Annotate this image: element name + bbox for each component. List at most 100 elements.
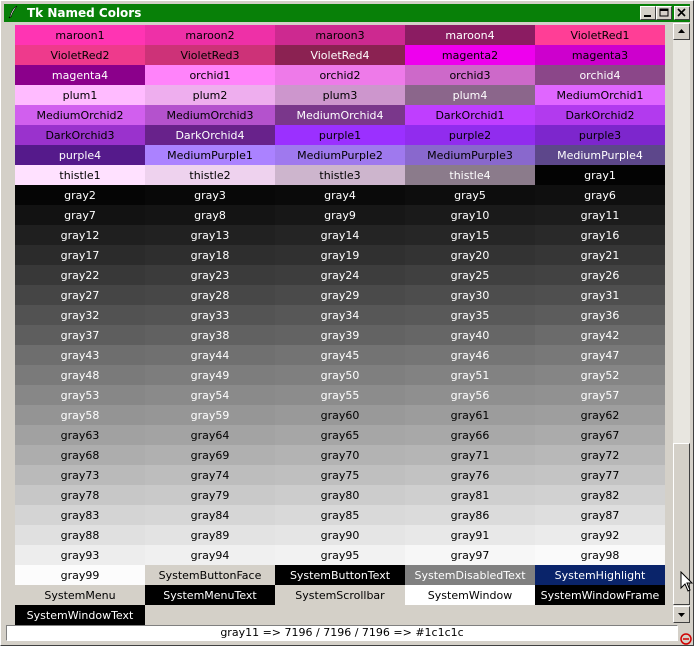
color-cell[interactable]: magenta4 <box>15 65 145 85</box>
color-cell[interactable]: gray63 <box>15 425 145 445</box>
color-cell[interactable]: SystemButtonText <box>275 565 405 585</box>
color-cell[interactable]: gray51 <box>405 365 535 385</box>
vertical-scrollbar[interactable] <box>673 23 690 623</box>
color-cell[interactable]: VioletRed3 <box>145 45 275 65</box>
color-cell[interactable]: gray81 <box>405 485 535 505</box>
color-cell[interactable]: magenta2 <box>405 45 535 65</box>
color-cell[interactable]: gray48 <box>15 365 145 385</box>
color-cell[interactable]: gray38 <box>145 325 275 345</box>
color-cell[interactable]: gray27 <box>15 285 145 305</box>
color-cell[interactable]: gray64 <box>145 425 275 445</box>
color-cell[interactable]: gray5 <box>405 185 535 205</box>
color-list-canvas[interactable]: maroon1 maroon2 maroon3 maroon4 VioletRed1 Vi… <box>5 23 673 625</box>
color-cell[interactable]: gray26 <box>535 265 665 285</box>
color-cell[interactable]: gray98 <box>535 545 665 565</box>
color-cell[interactable]: gray19 <box>275 245 405 265</box>
color-cell[interactable]: gray43 <box>15 345 145 365</box>
close-button[interactable] <box>674 6 690 20</box>
color-cell[interactable]: gray90 <box>275 525 405 545</box>
color-cell[interactable]: gray29 <box>275 285 405 305</box>
color-cell[interactable]: purple2 <box>405 125 535 145</box>
color-cell[interactable]: maroon1 <box>15 25 145 45</box>
maximize-button[interactable] <box>656 6 672 20</box>
color-cell[interactable]: gray91 <box>405 525 535 545</box>
color-cell[interactable]: purple1 <box>275 125 405 145</box>
color-cell[interactable]: gray32 <box>15 305 145 325</box>
color-cell[interactable]: maroon3 <box>275 25 405 45</box>
color-cell[interactable]: MediumOrchid4 <box>275 105 405 125</box>
color-cell[interactable]: gray45 <box>275 345 405 365</box>
color-cell[interactable]: gray94 <box>145 545 275 565</box>
color-cell[interactable]: gray73 <box>15 465 145 485</box>
color-cell[interactable]: orchid3 <box>405 65 535 85</box>
color-cell[interactable]: gray95 <box>275 545 405 565</box>
color-cell[interactable]: VioletRed4 <box>275 45 405 65</box>
color-cell[interactable]: gray83 <box>15 505 145 525</box>
color-cell[interactable]: gray16 <box>535 225 665 245</box>
color-cell[interactable]: DarkOrchid3 <box>15 125 145 145</box>
color-cell[interactable]: MediumOrchid2 <box>15 105 145 125</box>
color-cell[interactable]: gray42 <box>535 325 665 345</box>
color-cell[interactable]: gray13 <box>145 225 275 245</box>
color-cell[interactable]: DarkOrchid2 <box>535 105 665 125</box>
color-cell[interactable]: gray97 <box>405 545 535 565</box>
color-cell[interactable]: SystemHighlight <box>535 565 665 585</box>
color-cell[interactable]: SystemWindowText <box>15 605 145 625</box>
color-cell[interactable]: gray61 <box>405 405 535 425</box>
color-cell[interactable]: orchid2 <box>275 65 405 85</box>
color-cell[interactable]: gray36 <box>535 305 665 325</box>
color-cell[interactable]: MediumOrchid3 <box>145 105 275 125</box>
color-cell[interactable]: gray62 <box>535 405 665 425</box>
color-cell[interactable]: thistle4 <box>405 165 535 185</box>
color-cell[interactable]: SystemMenuText <box>145 585 275 605</box>
color-cell[interactable]: thistle2 <box>145 165 275 185</box>
title-bar[interactable]: Tk Named Colors <box>4 4 690 22</box>
color-cell[interactable]: gray77 <box>535 465 665 485</box>
color-cell[interactable]: gray35 <box>405 305 535 325</box>
color-cell[interactable]: gray21 <box>535 245 665 265</box>
color-cell[interactable]: gray3 <box>145 185 275 205</box>
color-cell[interactable]: gray85 <box>275 505 405 525</box>
color-cell[interactable]: gray39 <box>275 325 405 345</box>
color-cell[interactable]: MediumPurple1 <box>145 145 275 165</box>
color-cell[interactable]: MediumOrchid1 <box>535 85 665 105</box>
scroll-down-button[interactable] <box>673 606 690 623</box>
color-cell[interactable]: VioletRed1 <box>535 25 665 45</box>
color-cell[interactable]: purple3 <box>535 125 665 145</box>
color-cell[interactable]: gray23 <box>145 265 275 285</box>
color-cell[interactable]: gray86 <box>405 505 535 525</box>
color-cell[interactable]: gray84 <box>145 505 275 525</box>
color-cell[interactable]: gray25 <box>405 265 535 285</box>
color-cell[interactable]: MediumPurple3 <box>405 145 535 165</box>
color-cell[interactable]: gray70 <box>275 445 405 465</box>
color-cell[interactable]: gray60 <box>275 405 405 425</box>
color-cell[interactable]: gray78 <box>15 485 145 505</box>
minimize-button[interactable] <box>640 6 656 20</box>
color-cell[interactable]: gray92 <box>535 525 665 545</box>
color-cell[interactable]: SystemWindowFrame <box>535 585 665 605</box>
color-cell[interactable]: gray17 <box>15 245 145 265</box>
color-cell[interactable]: gray2 <box>15 185 145 205</box>
color-cell[interactable]: maroon2 <box>145 25 275 45</box>
color-cell[interactable]: gray31 <box>535 285 665 305</box>
color-cell[interactable]: orchid1 <box>145 65 275 85</box>
color-cell[interactable]: plum3 <box>275 85 405 105</box>
color-cell[interactable]: gray80 <box>275 485 405 505</box>
color-cell[interactable]: gray53 <box>15 385 145 405</box>
color-cell[interactable]: VioletRed2 <box>15 45 145 65</box>
color-cell[interactable]: gray44 <box>145 345 275 365</box>
color-cell[interactable]: gray49 <box>145 365 275 385</box>
color-cell[interactable]: SystemButtonFace <box>145 565 275 585</box>
color-cell[interactable]: MediumPurple2 <box>275 145 405 165</box>
color-cell[interactable]: SystemWindow <box>405 585 535 605</box>
color-cell[interactable]: gray33 <box>145 305 275 325</box>
color-cell[interactable]: gray15 <box>405 225 535 245</box>
color-cell[interactable]: gray87 <box>535 505 665 525</box>
color-cell[interactable]: gray1 <box>535 165 665 185</box>
color-cell[interactable]: gray89 <box>145 525 275 545</box>
color-cell[interactable]: gray71 <box>405 445 535 465</box>
color-cell[interactable]: gray99 <box>15 565 145 585</box>
scroll-up-button[interactable] <box>673 23 690 40</box>
color-cell[interactable]: gray55 <box>275 385 405 405</box>
color-cell[interactable]: DarkOrchid4 <box>145 125 275 145</box>
